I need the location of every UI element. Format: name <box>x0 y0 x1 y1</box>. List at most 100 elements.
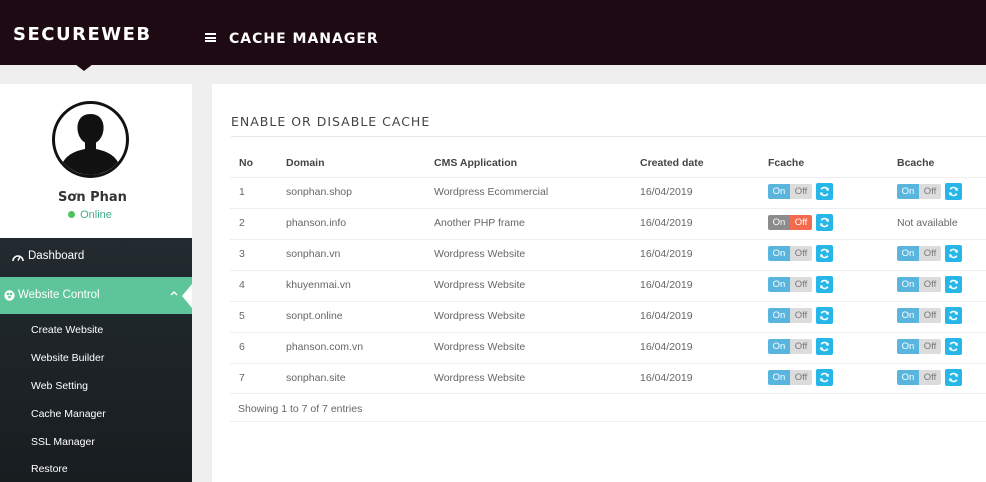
toggle-on-option[interactable]: On <box>897 184 919 199</box>
cell-created-date: 16/04/2019 <box>640 341 693 353</box>
fcache-refresh-button[interactable] <box>816 338 833 355</box>
toggle-off-option[interactable]: Off <box>919 308 941 323</box>
cell-cms: Wordpress Website <box>434 248 526 260</box>
fcache-refresh-button[interactable] <box>816 369 833 386</box>
fcache-refresh-button[interactable] <box>816 245 833 262</box>
column-header-bcache[interactable]: Bcache <box>897 157 934 169</box>
fcache-refresh-button[interactable] <box>816 276 833 293</box>
toggle-off-option[interactable]: Off <box>790 277 812 292</box>
cell-cms: Wordpress Website <box>434 372 526 384</box>
cell-bcache-unavailable: Not available <box>897 217 958 229</box>
bcache-refresh-button[interactable] <box>945 369 962 386</box>
toggle-off-option[interactable]: Off <box>790 339 812 354</box>
column-header-cms[interactable]: CMS Application <box>434 157 517 169</box>
bcache-toggle[interactable]: On Off <box>897 339 941 354</box>
toggle-off-option[interactable]: Off <box>790 370 812 385</box>
table-row: 7 sonphan.site Wordpress Website 16/04/2019… <box>230 363 986 394</box>
sidebar-item-website-builder[interactable]: Website Builder <box>31 352 104 364</box>
column-header-no[interactable]: No <box>239 157 253 169</box>
cell-cms: Wordpress Website <box>434 310 526 322</box>
hamburger-icon[interactable] <box>205 33 216 42</box>
gauge-icon <box>12 255 24 262</box>
cubes-icon <box>4 290 15 301</box>
toggle-on-option[interactable]: On <box>768 308 790 323</box>
fcache-toggle[interactable]: On Off <box>768 246 812 261</box>
toggle-on-option[interactable]: On <box>768 215 790 230</box>
brand-logo[interactable]: SECUREWEB <box>13 24 152 45</box>
cell-domain: sonphan.vn <box>286 248 341 260</box>
toggle-off-option[interactable]: Off <box>790 246 812 261</box>
toggle-on-option[interactable]: On <box>897 308 919 323</box>
fcache-toggle[interactable]: On Off <box>768 308 812 323</box>
refresh-icon <box>949 372 958 383</box>
toggle-on-option[interactable]: On <box>768 184 790 199</box>
fcache-toggle[interactable]: On Off <box>768 339 812 354</box>
toggle-off-option[interactable]: Off <box>919 246 941 261</box>
status-indicator: Online <box>0 209 180 221</box>
fcache-toggle[interactable]: On Off <box>768 184 812 199</box>
column-header-fcache[interactable]: Fcache <box>768 157 804 169</box>
bcache-refresh-button[interactable] <box>945 338 962 355</box>
refresh-icon <box>820 310 829 321</box>
brand-caret <box>75 64 93 71</box>
column-header-created-date[interactable]: Created date <box>640 157 704 169</box>
fcache-refresh-button[interactable] <box>816 307 833 324</box>
column-header-domain[interactable]: Domain <box>286 157 325 169</box>
sidebar-item-dashboard[interactable]: Dashboard <box>0 238 192 276</box>
refresh-icon <box>949 186 958 197</box>
bcache-refresh-button[interactable] <box>945 245 962 262</box>
fcache-toggle[interactable]: On Off <box>768 277 812 292</box>
sidebar-item-restore[interactable]: Restore <box>31 463 68 475</box>
sidebar-menu: Dashboard Website Control Create Website… <box>0 238 192 482</box>
avatar[interactable] <box>52 101 129 178</box>
refresh-icon <box>949 279 958 290</box>
sidebar-item-web-setting[interactable]: Web Setting <box>31 380 88 392</box>
sidebar-item-website-control[interactable]: Website Control <box>0 277 192 314</box>
toggle-off-option[interactable]: Off <box>919 184 941 199</box>
toggle-on-option[interactable]: On <box>897 370 919 385</box>
toggle-off-option[interactable]: Off <box>790 184 812 199</box>
toggle-on-option[interactable]: On <box>897 277 919 292</box>
toggle-off-option[interactable]: Off <box>919 370 941 385</box>
toggle-on-option[interactable]: On <box>768 339 790 354</box>
toggle-off-option[interactable]: Off <box>790 308 812 323</box>
bcache-toggle[interactable]: On Off <box>897 246 941 261</box>
toggle-on-option[interactable]: On <box>768 246 790 261</box>
bcache-toggle[interactable]: On Off <box>897 370 941 385</box>
toggle-off-option[interactable]: Off <box>919 277 941 292</box>
fcache-toggle[interactable]: On Off <box>768 370 812 385</box>
table-row: 3 sonphan.vn Wordpress Website 16/04/2019 On… <box>230 239 986 270</box>
top-bar: SECUREWEB CACHE MANAGER <box>0 0 986 65</box>
toggle-on-option[interactable]: On <box>897 246 919 261</box>
fcache-toggle[interactable]: On Off <box>768 215 812 230</box>
sidebar-item-cache-manager[interactable]: Cache Manager <box>31 408 106 420</box>
toggle-off-option[interactable]: Off <box>790 215 812 230</box>
page-title: CACHE MANAGER <box>229 31 379 47</box>
refresh-icon <box>820 186 829 197</box>
bcache-refresh-button[interactable] <box>945 183 962 200</box>
cell-domain: phanson.com.vn <box>286 341 364 353</box>
sidebar-item-create-website[interactable]: Create Website <box>31 324 103 336</box>
cell-created-date: 16/04/2019 <box>640 310 693 322</box>
sidebar-item-ssl-manager[interactable]: SSL Manager <box>31 436 95 448</box>
refresh-icon <box>949 248 958 259</box>
toggle-on-option[interactable]: On <box>768 370 790 385</box>
bcache-toggle[interactable]: On Off <box>897 308 941 323</box>
fcache-refresh-button[interactable] <box>816 214 833 231</box>
toggle-off-option[interactable]: Off <box>919 339 941 354</box>
refresh-icon <box>820 341 829 352</box>
bcache-toggle[interactable]: On Off <box>897 277 941 292</box>
cell-domain: khuyenmai.vn <box>286 279 351 291</box>
table-row: 5 sonpt.online Wordpress Website 16/04/2019… <box>230 301 986 332</box>
cell-no: 4 <box>239 279 245 291</box>
bcache-toggle[interactable]: On Off <box>897 184 941 199</box>
cell-cms: Wordpress Website <box>434 341 526 353</box>
fcache-refresh-button[interactable] <box>816 183 833 200</box>
bcache-refresh-button[interactable] <box>945 307 962 324</box>
cell-created-date: 16/04/2019 <box>640 372 693 384</box>
cell-created-date: 16/04/2019 <box>640 248 693 260</box>
toggle-on-option[interactable]: On <box>897 339 919 354</box>
table-row: 1 sonphan.shop Wordpress Ecommercial 16/04/… <box>230 177 986 208</box>
toggle-on-option[interactable]: On <box>768 277 790 292</box>
bcache-refresh-button[interactable] <box>945 276 962 293</box>
